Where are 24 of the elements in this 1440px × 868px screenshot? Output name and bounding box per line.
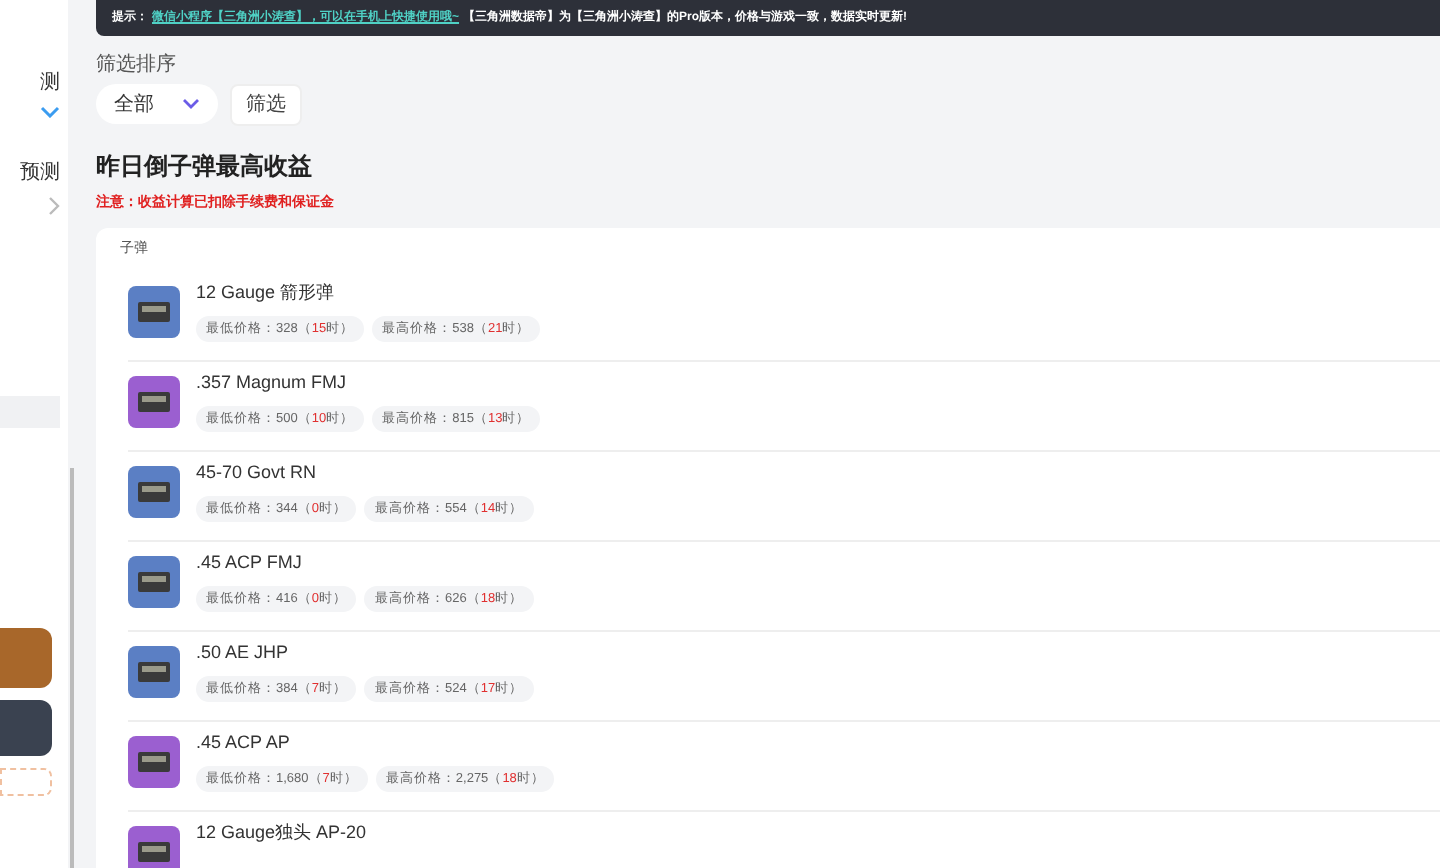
ammo-name: .45 ACP AP (196, 730, 292, 756)
filter-button[interactable]: 筛选 (230, 84, 302, 126)
dashed-box (0, 768, 52, 796)
filter-label: 筛选排序 (96, 51, 178, 80)
ammo-box-icon (136, 658, 172, 686)
chevron-down-icon (182, 98, 200, 110)
filter-select[interactable]: 全部 (96, 84, 218, 124)
sidebar-item[interactable]: 测 (40, 68, 60, 98)
ammo-box-icon (136, 298, 172, 326)
ammo-box-icon (136, 568, 172, 596)
section-title: 昨日倒子弹最高收益 (96, 150, 314, 184)
ammo-name: .357 Magnum FMJ (196, 370, 349, 396)
ammo-name: 12 Gauge 箭形弹 (196, 280, 337, 306)
sidebar-item[interactable]: 预测 (20, 158, 60, 188)
ammo-box-icon (136, 838, 172, 866)
ammo-box-icon (136, 478, 172, 506)
ammo-name: .50 AE JHP (196, 640, 291, 666)
photo-placeholder (0, 700, 52, 756)
photo-placeholder (0, 628, 52, 688)
ammo-name: .45 ACP FMJ (196, 550, 304, 576)
ammo-box-icon (136, 388, 172, 416)
ammo-name: 12 Gauge独头 AP-20 (196, 820, 367, 846)
ammo-box-icon (136, 748, 172, 776)
ammo-name: 45-70 Govt RN (196, 460, 319, 486)
